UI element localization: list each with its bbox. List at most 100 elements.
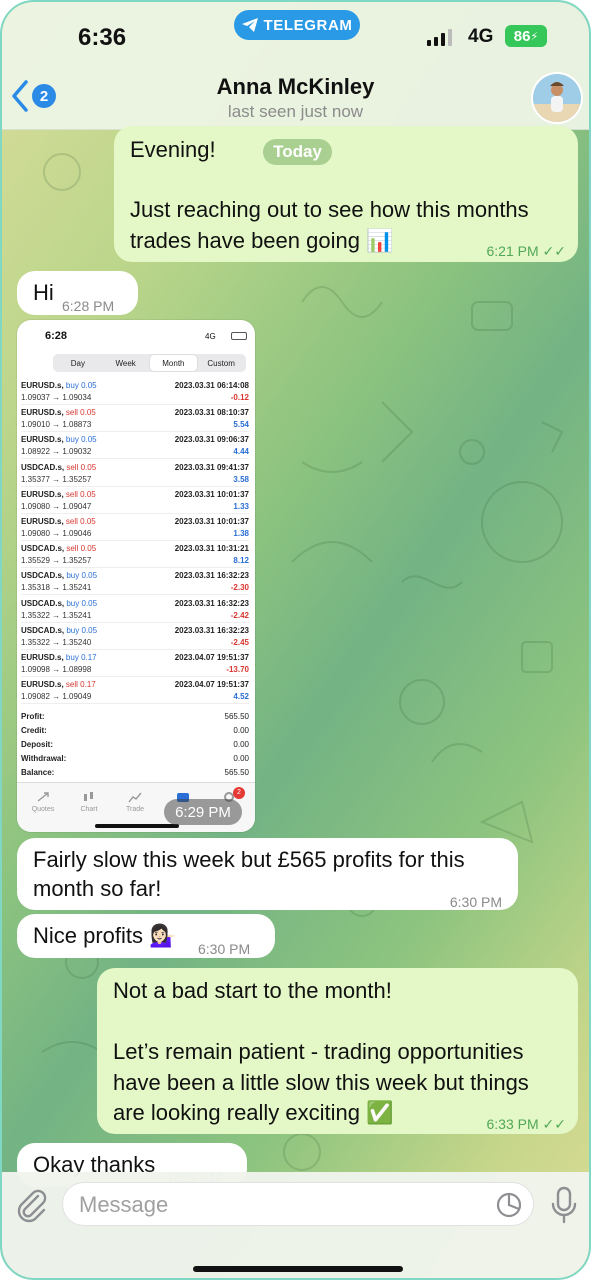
deal-row: EURUSD.s, sell 0.05 1.09010 → 1.08873 2023… [21, 405, 249, 433]
deal-profit: -2.30 [230, 583, 249, 593]
deal-prices: 1.35318 → 1.35241 [21, 583, 92, 593]
message-text: Just reaching out to see how this months [130, 197, 529, 222]
message-bubble-incoming[interactable]: Hi 6:28 PM [17, 271, 138, 315]
summary-row: Deposit: 0.00 [21, 740, 249, 754]
deal-date: 2023.04.07 19:51:37 [174, 653, 249, 662]
deal-prices: 1.08922 → 1.09032 [21, 447, 92, 457]
settings-badge: 2 [233, 787, 245, 799]
telegram-pill[interactable]: TELEGRAM [234, 10, 360, 40]
deal-symbol: USDCAD.s, sell 0.05 [21, 544, 97, 554]
deal-row: EURUSD.s, sell 0.17 1.09082 → 1.09049 2023… [21, 677, 249, 705]
deal-row: USDCAD.s, buy 0.05 1.35322 → 1.35241 2023.… [21, 596, 249, 623]
summary-label: Credit: [21, 726, 47, 735]
deal-prices: 1.09037 → 1.09034 [21, 393, 92, 402]
deal-row: EURUSD.s, sell 0.05 1.09080 → 1.09046 2023… [21, 514, 249, 541]
message-bubble-incoming[interactable]: Nice profits 💁🏻‍♀️ 6:30 PM [17, 914, 275, 958]
deal-symbol: EURUSD.s, sell 0.05 [21, 489, 96, 499]
deal-symbol: USDCAD.s, sell 0.05 [21, 462, 97, 472]
deal-profit: -0.12 [230, 393, 249, 402]
message-text: have been a little slow this week but th… [113, 1070, 529, 1095]
message-text: are looking really exciting ✅ [113, 1100, 394, 1125]
message-bubble-incoming[interactable]: Fairly slow this week but £565 profits f… [17, 838, 518, 910]
photo-tab-quotes: Quotes [23, 791, 63, 813]
segment-custom: Custom [207, 358, 235, 368]
avatar[interactable] [531, 72, 583, 124]
deal-profit: -2.42 [230, 610, 249, 620]
message-bubble-outgoing[interactable]: Not a bad start to the month! Let’s rema… [97, 968, 578, 1134]
photo-message-screenshot[interactable]: 6:28 4G Day Week Month Custom EURUSD.s, … [17, 320, 255, 832]
deal-profit: 4.44 [233, 447, 249, 457]
battery-level: 86 [513, 27, 531, 45]
message-text: Hi [33, 280, 54, 305]
summary-row: Profit: 565.50 [21, 712, 249, 726]
deal-prices: 1.35322 → 1.35240 [21, 637, 92, 647]
deal-symbol: USDCAD.s, buy 0.05 [21, 598, 98, 608]
message-bubble-outgoing[interactable]: Evening! Just reaching out to see how th… [114, 126, 578, 262]
summary-value: 0.00 [233, 740, 249, 749]
message-time: 6:28 PM [62, 298, 115, 314]
deal-date: 2023.03.31 16:32:23 [174, 625, 249, 635]
message-text: trades have been going 📊 [130, 228, 394, 253]
deal-row: USDCAD.s, buy 0.05 1.35322 → 1.35240 2023.… [21, 623, 249, 650]
summary-value: 565.50 [224, 712, 249, 721]
deal-symbol: EURUSD.s, sell 0.17 [21, 680, 96, 690]
message-time: 6:21 PM [486, 243, 539, 259]
summary-row: Balance: 565.50 [21, 768, 249, 782]
quotes-icon [37, 792, 49, 802]
summary-value: 565.50 [224, 768, 249, 777]
microphone-icon[interactable] [548, 1186, 580, 1224]
message-text: Evening! [130, 137, 216, 162]
deal-prices: 1.09080 → 1.09046 [21, 529, 92, 538]
deal-symbol: EURUSD.s, sell 0.05 [21, 408, 96, 418]
deal-row: USDCAD.s, sell 0.05 1.35529 → 1.35257 2023… [21, 541, 249, 569]
deal-prices: 1.09010 → 1.08873 [21, 420, 92, 430]
sticker-icon[interactable] [495, 1191, 523, 1219]
summary-label: Profit: [21, 712, 45, 721]
message-time: 6:33 PM [486, 1116, 539, 1132]
deal-row: USDCAD.s, sell 0.05 1.35377 → 1.35257 2023… [21, 460, 249, 487]
deal-profit: 8.12 [233, 556, 249, 566]
deal-row: EURUSD.s, sell 0.05 1.09080 → 1.09047 2023… [21, 487, 249, 514]
deal-prices: 1.35322 → 1.35241 [21, 610, 92, 620]
paper-plane-icon [241, 18, 258, 32]
photo-tab-chart: Chart [69, 791, 109, 813]
deal-prices: 1.09098 → 1.08998 [21, 665, 92, 674]
message-input[interactable] [79, 1191, 489, 1219]
deal-date: 2023.04.07 19:51:37 [174, 680, 249, 690]
deal-profit: -2.45 [230, 637, 249, 647]
deal-row: EURUSD.s, buy 0.05 1.09037 → 1.09034 2023.… [21, 378, 249, 405]
period-segmented-control: Day Week Month Custom [53, 354, 246, 372]
message-text: Fairly slow this week but £565 profits f… [33, 847, 465, 872]
summary-row: Withdrawal: 0.00 [21, 754, 249, 768]
deal-date: 2023.03.31 06:14:08 [174, 381, 249, 390]
deal-row: EURUSD.s, buy 0.17 1.09098 → 1.08998 2023.… [21, 650, 249, 677]
contact-name[interactable]: Anna McKinley [2, 74, 589, 100]
deal-profit: 5.54 [233, 420, 249, 430]
deal-date: 2023.03.31 10:31:21 [174, 544, 249, 554]
message-text: Nice profits 💁🏻‍♀️ [33, 923, 177, 948]
deal-prices: 1.35377 → 1.35257 [21, 474, 92, 484]
photo-home-indicator [95, 824, 179, 828]
summary-label: Balance: [21, 768, 55, 777]
deal-symbol: EURUSD.s, buy 0.05 [21, 381, 97, 390]
chat-header: 2 Anna McKinley last seen just now [2, 66, 589, 130]
message-time: 6:30 PM [449, 894, 502, 910]
summary-label: Deposit: [21, 740, 53, 749]
paperclip-icon[interactable] [14, 1188, 50, 1224]
message-time: 6:30 PM [198, 941, 251, 957]
segment-month: Month [149, 355, 198, 371]
segment-week: Week [115, 358, 136, 368]
deal-row: EURUSD.s, buy 0.05 1.08922 → 1.09032 2023.… [21, 432, 249, 460]
message-field[interactable] [62, 1182, 534, 1226]
photo-network: 4G [205, 332, 216, 341]
network-type: 4G [468, 26, 494, 47]
deal-date: 2023.03.31 09:41:37 [174, 462, 249, 472]
double-check-icon: ✓✓ [542, 243, 566, 259]
deal-date: 2023.03.31 08:10:37 [174, 408, 249, 418]
deal-prices: 1.35529 → 1.35257 [21, 556, 92, 566]
deal-symbol: USDCAD.s, buy 0.05 [21, 571, 98, 581]
status-bar: 6:36 TELEGRAM 4G 86 ⚡ [2, 2, 589, 66]
message-meta: 6:21 PM ✓✓ [487, 236, 567, 267]
home-indicator [193, 1266, 403, 1272]
deal-profit: 1.38 [233, 529, 249, 538]
